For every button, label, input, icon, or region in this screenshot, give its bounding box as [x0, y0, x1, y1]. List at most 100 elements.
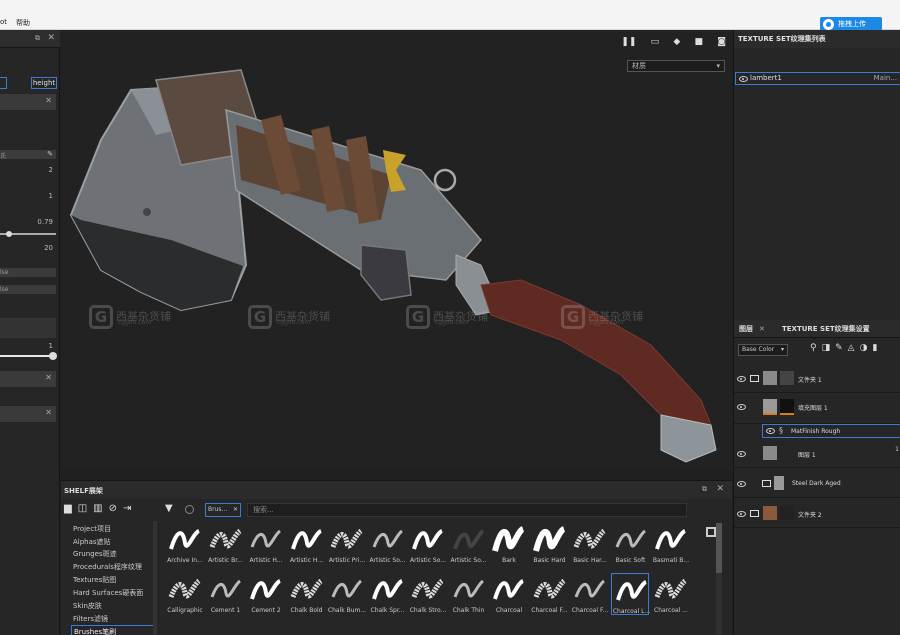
add-paint-layer-icon[interactable]: ✎: [835, 343, 843, 353]
channel-tab[interactable]: [0, 77, 7, 89]
tab-layers[interactable]: 图层 ✕: [739, 324, 765, 334]
shelf-category[interactable]: Filters滤镜: [73, 613, 157, 625]
brush-preset[interactable]: Basic Har...: [570, 523, 608, 565]
shelf-category[interactable]: Textures贴图: [73, 574, 157, 586]
shelf-category[interactable]: Alphas遮贴: [73, 536, 157, 548]
brush-preset[interactable]: Cement 1: [206, 573, 244, 615]
brush-preset[interactable]: Charcoal F...: [530, 573, 568, 615]
tab-texture-set-settings[interactable]: TEXTURE SET纹理集设置: [782, 324, 870, 334]
smart-mask-row[interactable]: § MatFinish Rough: [762, 424, 900, 438]
brush-preset[interactable]: Calligraphic: [165, 573, 203, 615]
boolean-field[interactable]: lse: [0, 268, 56, 277]
brush-preset[interactable]: Artistic H...: [246, 523, 284, 565]
boolean-field[interactable]: lse: [0, 285, 56, 294]
eye-icon[interactable]: [766, 428, 775, 434]
circle-icon[interactable]: [185, 505, 194, 514]
3d-viewport[interactable]: ❚❚ ▭ ◆ ■ ◙ 材质 ▾ G 西基杂货铺 cggou.com G 西基杂货…: [61, 30, 732, 470]
texture-set-shader[interactable]: Main...: [874, 73, 897, 84]
eye-icon[interactable]: [737, 451, 746, 457]
delete-layer-icon[interactable]: ▮: [872, 343, 877, 353]
layers-tab-bar: 图层 ✕ TEXTURE SET纹理集设置: [734, 320, 900, 338]
filter-icon[interactable]: ▼: [165, 503, 173, 514]
value-slider[interactable]: [0, 355, 50, 357]
import-icon[interactable]: ⇥: [123, 503, 131, 514]
scrollbar-thumb[interactable]: [716, 523, 722, 573]
shelf-category[interactable]: Project项目: [73, 523, 157, 535]
close-icon[interactable]: ✕: [716, 484, 724, 494]
eye-icon[interactable]: [737, 511, 746, 517]
brush-preset[interactable]: Charcoal: [489, 573, 527, 615]
layer-row[interactable]: 文件夹 2: [734, 500, 900, 528]
brush-preset[interactable]: Chalk Spr...: [368, 573, 406, 615]
slider-handle[interactable]: [49, 352, 57, 360]
properties-section-header[interactable]: ✕: [0, 406, 56, 422]
brush-preset[interactable]: Chalk Thin: [449, 573, 487, 615]
layer-row[interactable]: 文件夹 1: [734, 365, 900, 393]
brush-preset[interactable]: Charcoal ...: [651, 573, 689, 615]
layer-row[interactable]: 填充图层 1: [734, 393, 900, 424]
layer-row[interactable]: 图层 1 1: [734, 440, 900, 468]
eye-icon[interactable]: [737, 404, 746, 410]
close-icon[interactable]: ✕: [759, 325, 765, 333]
brush-preset[interactable]: Artistic So...: [408, 523, 446, 565]
close-icon[interactable]: ✕: [233, 504, 238, 516]
properties-section-header[interactable]: ✕: [0, 94, 56, 110]
brush-preset[interactable]: Basmati B...: [651, 523, 689, 565]
add-mask-icon[interactable]: ◨: [822, 343, 831, 353]
properties-section-header[interactable]: ✕: [0, 371, 56, 387]
close-icon[interactable]: ✕: [45, 373, 52, 382]
brush-preset[interactable]: Archive In...: [165, 523, 203, 565]
add-fill-layer-icon[interactable]: ◬: [848, 343, 855, 353]
shelf-category[interactable]: Grunges斑迹: [73, 548, 157, 560]
brush-preset[interactable]: Artistic Br...: [206, 523, 244, 565]
filter-chip[interactable]: Brus... ✕: [205, 503, 241, 517]
folder-icon[interactable]: ▆: [64, 503, 72, 514]
shelf-search-input[interactable]: 搜索...: [247, 503, 687, 517]
hide-icon[interactable]: ⊘: [109, 503, 117, 514]
brush-preset[interactable]: Bark: [489, 523, 527, 565]
watermark-logo: G: [89, 305, 113, 329]
shelf-category[interactable]: Procedurals程序纹理: [73, 561, 157, 573]
layer-row[interactable]: Steel Dark Aged: [734, 470, 900, 498]
brush-preset[interactable]: Chalk Bum...: [327, 573, 366, 615]
brush-preset[interactable]: Artistic Pri...: [327, 523, 365, 565]
menu-item-help[interactable]: 帮助: [16, 18, 30, 28]
panel-float-icon[interactable]: ⧉: [702, 485, 707, 494]
eye-icon[interactable]: [739, 76, 748, 82]
shelf-category[interactable]: Skin皮肤: [73, 600, 157, 612]
shelf-category[interactable]: Hard Surfaces硬表面: [73, 587, 157, 599]
new-item-icon[interactable]: ◫: [78, 503, 87, 514]
panel-float-icon[interactable]: ⧉: [35, 34, 40, 43]
brush-preset[interactable]: Artistic So...: [449, 523, 487, 565]
pencil-icon[interactable]: ✎: [47, 150, 53, 158]
brush-preset[interactable]: Basic Hard: [530, 523, 568, 565]
close-icon[interactable]: ✕: [45, 408, 52, 417]
height-channel-tab[interactable]: height: [31, 77, 57, 89]
brush-stroke-preview: [290, 578, 323, 599]
close-icon[interactable]: ✕: [47, 33, 55, 43]
shelf-category-active[interactable]: Brushes笔刷: [71, 625, 155, 635]
slider-handle[interactable]: [6, 231, 12, 237]
brush-preset[interactable]: Cement 2: [246, 573, 284, 615]
brush-preset[interactable]: Chalk Bold: [287, 573, 325, 615]
property-field[interactable]: 氏 ✎: [0, 150, 56, 160]
category-scrollbar[interactable]: [153, 521, 157, 635]
delete-icon[interactable]: ▥: [93, 503, 102, 514]
texture-set-row[interactable]: lambert1 Main...: [735, 72, 900, 85]
blend-channel-select[interactable]: Base Color ▾: [738, 344, 788, 356]
brush-preset[interactable]: Charcoal F...: [570, 573, 608, 615]
brush-preset[interactable]: Charcoal L...: [610, 573, 650, 615]
add-folder-icon[interactable]: ◑: [860, 343, 868, 353]
eye-icon[interactable]: [737, 376, 746, 382]
brush-preset[interactable]: Artistic So...: [368, 523, 406, 565]
close-icon[interactable]: ✕: [45, 96, 52, 105]
shelf-scrollbar[interactable]: [716, 523, 722, 635]
add-effect-icon[interactable]: ⚲: [810, 343, 817, 353]
brush-preset[interactable]: Basic Soft: [611, 523, 649, 565]
brush-stroke-preview: [654, 578, 687, 599]
watermark-logo: G: [561, 305, 585, 329]
brush-preset[interactable]: Chalk Stro...: [408, 573, 446, 615]
brush-preset[interactable]: Artistic H...: [287, 523, 325, 565]
eye-icon[interactable]: [737, 481, 746, 487]
menu-item-plugin[interactable]: ot: [0, 18, 7, 26]
